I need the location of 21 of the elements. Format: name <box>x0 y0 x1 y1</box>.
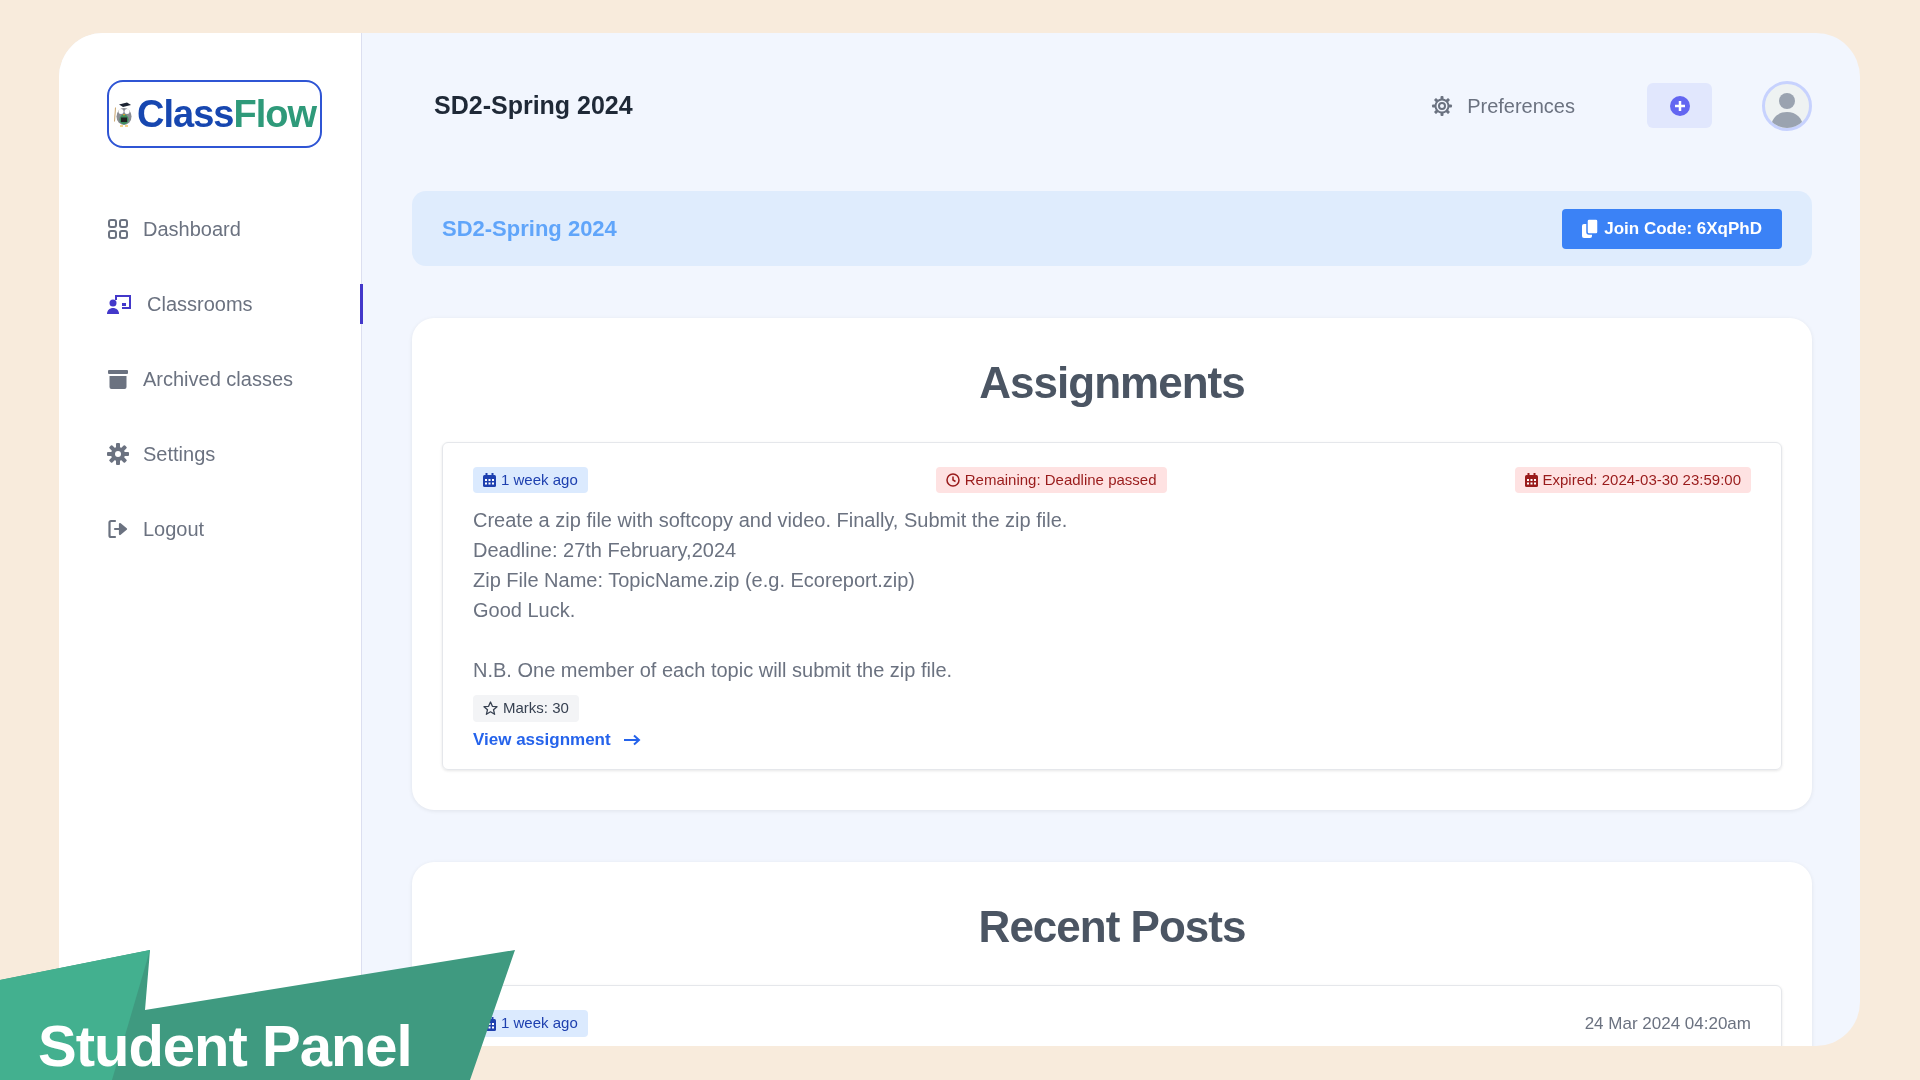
page-title: SD2-Spring 2024 <box>434 89 633 121</box>
sidebar-item[interactable]: Logout <box>107 511 205 546</box>
sidebar-item[interactable]: Archived classes <box>107 361 294 396</box>
sidebar-item[interactable]: Dashboard <box>107 211 241 246</box>
section-heading: Recent Posts <box>977 900 1247 953</box>
view-assignment-link[interactable]: View assignment <box>473 727 641 753</box>
logo-text: ClassFlow <box>137 91 316 137</box>
remaining-time: Remaining: Deadline passed <box>935 466 1167 494</box>
sidebar-item[interactable]: Classrooms <box>107 286 253 321</box>
promo-label: Student Panel <box>38 1012 412 1080</box>
assignment-description: Create a zip file with softcopy and video. Finally, Submit the zip file. Deadline: 27th February,2024 Zip File Name: TopicName.zip (e.g. Ecoreport.zip) Good Luck. <box>473 508 1069 624</box>
preferences-button[interactable]: Preferences <box>1425 89 1581 122</box>
expiry-date: Expired: 2024-03-30 23:59:00 <box>1514 466 1751 494</box>
posted-time: 1 week ago <box>473 466 588 494</box>
marks: Marks: 30 <box>473 695 579 722</box>
join-code-button[interactable]: Join Code: 6XqPhD <box>1562 208 1782 249</box>
class-title: SD2-Spring 2024 <box>442 215 617 243</box>
section-heading: Assignments <box>978 357 1246 409</box>
post-date: 24 Mar 2024 04:20am <box>1584 1012 1751 1035</box>
sidebar-item[interactable]: Settings <box>107 436 216 471</box>
assignment-description: N.B. One member of each topic will submit the zip file. <box>473 658 954 684</box>
